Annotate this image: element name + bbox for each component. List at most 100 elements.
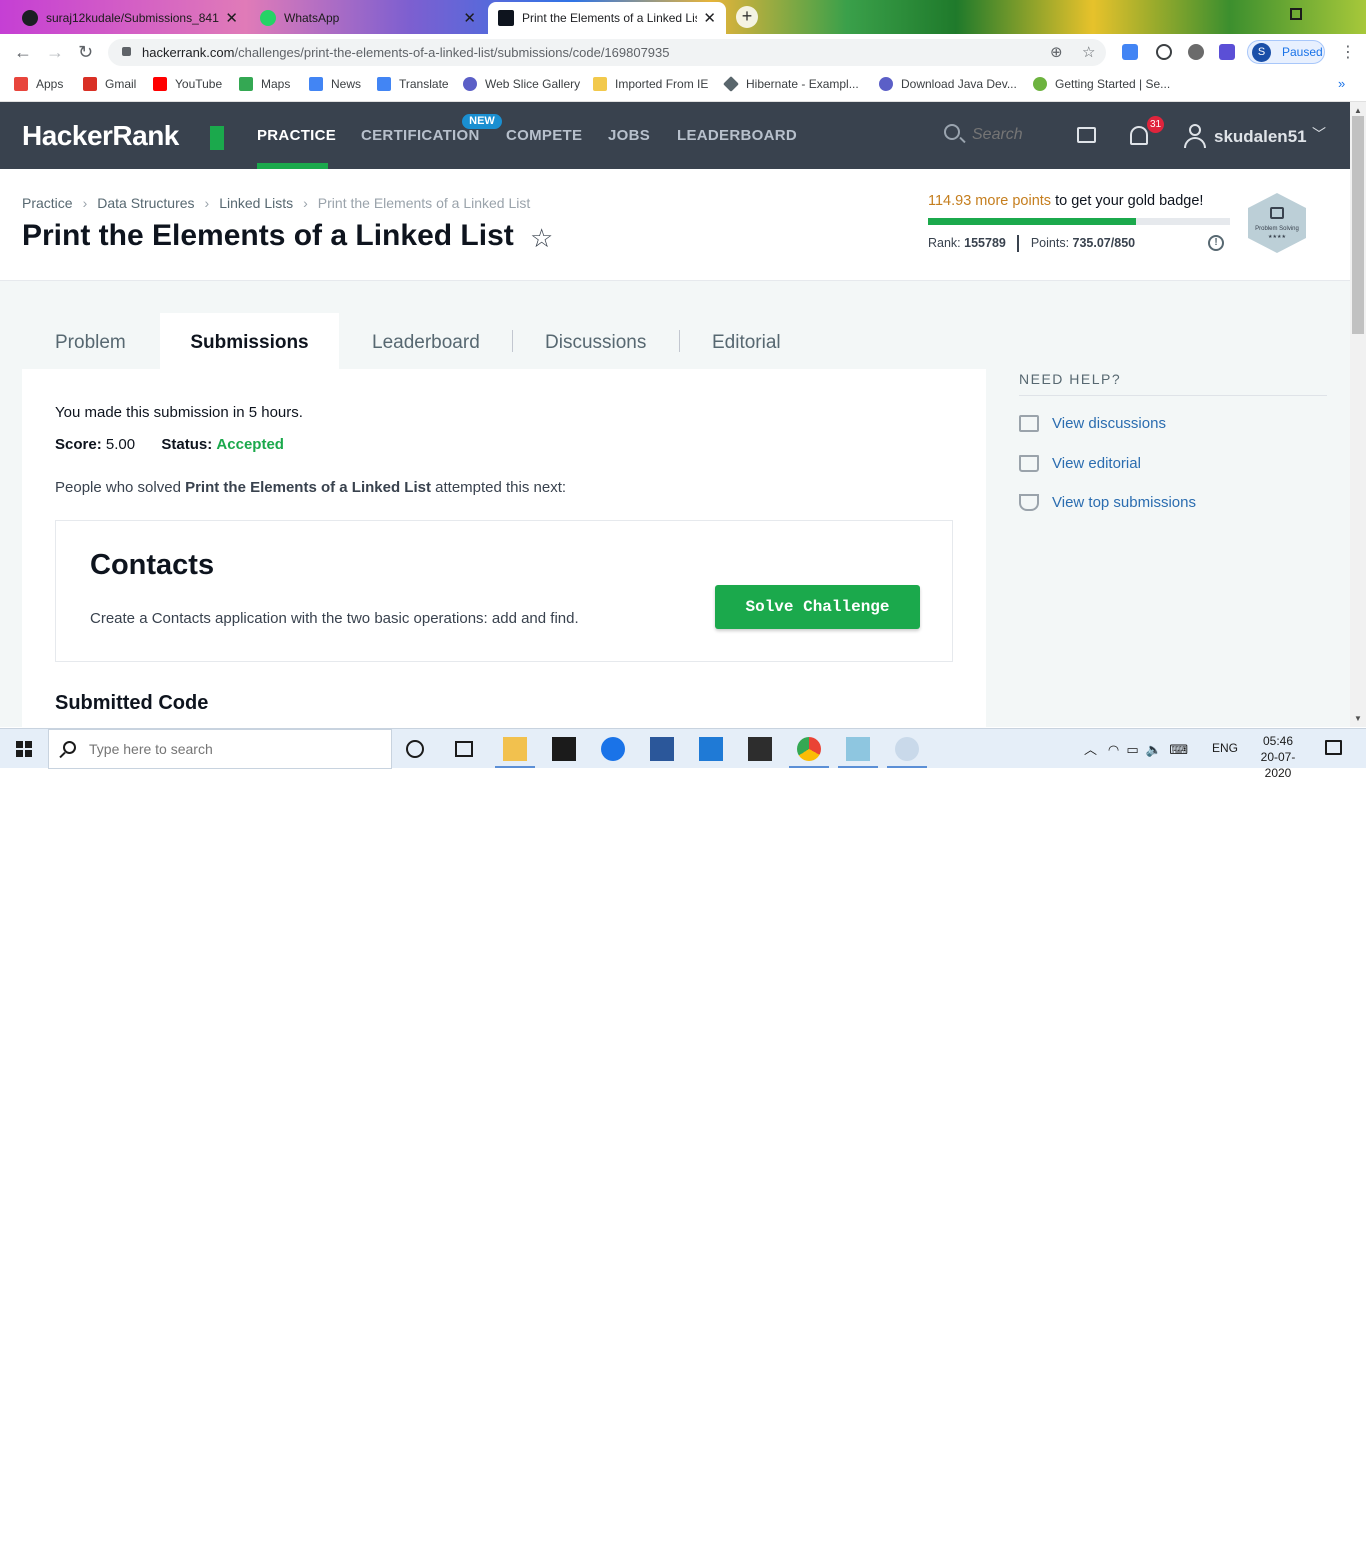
tab-discussions[interactable]: Discussions — [545, 313, 646, 369]
cortana-icon[interactable] — [406, 740, 424, 758]
reload-icon[interactable]: ↻ — [78, 42, 93, 63]
user-icon[interactable] — [1184, 124, 1206, 148]
close-tab-icon[interactable]: ✕ — [225, 9, 238, 27]
scroll-down-icon[interactable]: ▼ — [1354, 714, 1362, 723]
badge-goal-text: to get your gold badge! — [1055, 193, 1204, 209]
bookmark-youtube[interactable]: YouTube — [153, 77, 222, 91]
bookmark-download-java[interactable]: Download Java Dev... — [879, 77, 1017, 91]
view-editorial-link[interactable]: View editorial — [1019, 455, 1141, 472]
chevron-right-icon: › — [82, 195, 88, 211]
action-center-icon[interactable] — [1325, 740, 1342, 755]
more-bookmarks-icon[interactable]: » — [1338, 76, 1345, 91]
browser-menu-icon[interactable]: ⋮ — [1340, 42, 1356, 62]
problem-solving-badge[interactable]: Problem Solving ★★★★ — [1248, 193, 1306, 253]
forward-icon[interactable]: → — [46, 42, 64, 63]
sticky-notes-icon[interactable] — [748, 737, 772, 761]
input-language[interactable]: ENG — [1212, 741, 1238, 755]
edge-globe-icon — [879, 77, 893, 91]
tab-title: WhatsApp — [284, 11, 340, 25]
tab-submissions[interactable]: Submissions — [160, 313, 339, 369]
nav-certification[interactable]: CERTIFICATION — [361, 127, 480, 144]
task-view-icon[interactable] — [455, 741, 473, 757]
zoom-icon[interactable]: ⊕ — [1050, 43, 1063, 61]
search-icon[interactable] — [944, 124, 960, 140]
view-discussions-link[interactable]: View discussions — [1019, 415, 1166, 432]
bookmark-star-icon[interactable]: ☆ — [530, 223, 553, 254]
nav-compete[interactable]: COMPETE — [506, 127, 582, 144]
rank-label: Rank: — [928, 235, 961, 250]
browser-tab-hackerrank[interactable]: Print the Elements of a Linked Lis ✕ — [488, 2, 726, 34]
system-tray-icons[interactable]: ︿ ◠ ▭ 🔈 ⌨ — [1084, 739, 1188, 758]
nav-practice[interactable]: PRACTICE — [257, 127, 336, 144]
bookmark-gmail[interactable]: Gmail — [83, 77, 136, 91]
restore-window-icon[interactable] — [1290, 8, 1302, 20]
status-label: Status: — [161, 436, 213, 453]
breadcrumb-linked-lists[interactable]: Linked Lists — [219, 195, 293, 211]
browser-tab-whatsapp[interactable]: WhatsApp ✕ — [250, 2, 486, 34]
close-tab-icon[interactable]: ✕ — [463, 9, 476, 27]
bookmark-getting-started[interactable]: Getting Started | Se... — [1033, 77, 1170, 91]
extensions-puzzle-icon[interactable] — [1219, 44, 1235, 60]
taskbar-search-input[interactable] — [89, 741, 369, 757]
tab-problem[interactable]: Problem — [55, 313, 126, 369]
windows-start-icon[interactable] — [16, 741, 32, 757]
edge-icon[interactable] — [601, 737, 625, 761]
translate-extension-icon[interactable] — [1122, 44, 1138, 60]
username[interactable]: skudalen51 — [1214, 127, 1307, 147]
bookmark-news[interactable]: News — [309, 77, 361, 91]
page-scrollbar[interactable]: ▲ ▼ — [1350, 102, 1366, 727]
bookmark-star-icon[interactable]: ☆ — [1082, 43, 1095, 61]
breadcrumb-data-structures[interactable]: Data Structures — [97, 195, 194, 211]
omnibox[interactable]: hackerrank.com/challenges/print-the-elem… — [108, 39, 1106, 66]
badge-emblem-icon — [1270, 207, 1284, 219]
scroll-up-icon[interactable]: ▲ — [1354, 106, 1362, 115]
speed-extension-icon[interactable] — [1156, 44, 1172, 60]
score-status: Score: 5.00 Status: Accepted — [55, 436, 284, 453]
tab-editorial[interactable]: Editorial — [712, 313, 781, 369]
youtube-icon — [153, 77, 167, 91]
messages-icon[interactable] — [1077, 127, 1096, 143]
tab-leaderboard[interactable]: Leaderboard — [372, 313, 480, 369]
next-challenge-title[interactable]: Contacts — [90, 549, 214, 582]
submission-card: You made this submission in 5 hours. Sco… — [22, 369, 986, 727]
extension-toggle-icon[interactable] — [1188, 44, 1204, 60]
paint-icon[interactable] — [887, 737, 927, 768]
points-value: 735.07/850 — [1072, 235, 1136, 250]
windows-taskbar: ︿ ◠ ▭ 🔈 ⌨ ENG 05:46 20-07-2020 — [0, 728, 1366, 780]
nav-jobs[interactable]: JOBS — [608, 127, 650, 144]
bookmark-apps[interactable]: Apps — [14, 77, 63, 91]
new-tab-button[interactable]: + — [736, 6, 758, 28]
clock[interactable]: 05:46 20-07-2020 — [1248, 733, 1308, 781]
tab-divider — [679, 330, 680, 352]
taskbar-search-box[interactable] — [48, 729, 392, 769]
notepad-icon[interactable] — [838, 737, 878, 768]
back-icon[interactable]: ← — [14, 42, 32, 63]
url-text[interactable]: hackerrank.com/challenges/print-the-elem… — [142, 45, 670, 60]
search-input[interactable] — [972, 126, 1052, 144]
view-top-submissions-link[interactable]: View top submissions — [1019, 494, 1196, 511]
mail-icon[interactable] — [699, 737, 723, 761]
close-tab-icon[interactable]: ✕ — [703, 9, 716, 27]
bookmark-imported-from-ie[interactable]: Imported From IE — [593, 77, 708, 91]
notifications-bell-icon[interactable] — [1130, 126, 1148, 145]
profile-button[interactable]: S Paused — [1247, 40, 1325, 64]
bookmark-web-slice-gallery[interactable]: Web Slice Gallery — [463, 77, 580, 91]
nav-leaderboard[interactable]: LEADERBOARD — [677, 127, 797, 144]
bookmark-translate[interactable]: Translate — [377, 77, 449, 91]
bookmark-hibernate[interactable]: Hibernate - Exampl... — [723, 76, 859, 92]
intro-suffix: attempted this next: — [435, 479, 567, 496]
chrome-icon[interactable] — [789, 737, 829, 768]
scroll-thumb[interactable] — [1352, 116, 1364, 334]
chevron-down-icon[interactable]: ﹀ — [1312, 124, 1326, 144]
browser-tab-github[interactable]: suraj12kudale/Submissions_8411 ✕ — [12, 2, 248, 34]
word-icon[interactable] — [650, 737, 674, 761]
microsoft-store-icon[interactable] — [552, 737, 576, 761]
bookmark-maps[interactable]: Maps — [239, 77, 290, 91]
file-explorer-icon[interactable] — [495, 737, 535, 768]
hibernate-icon — [723, 76, 739, 92]
apps-grid-icon — [14, 77, 28, 91]
breadcrumb-practice[interactable]: Practice — [22, 195, 73, 211]
hackerrank-logo[interactable]: HackerRank — [22, 120, 179, 152]
solve-challenge-button[interactable]: Solve Challenge — [715, 585, 920, 629]
info-icon[interactable]: ! — [1208, 235, 1224, 251]
